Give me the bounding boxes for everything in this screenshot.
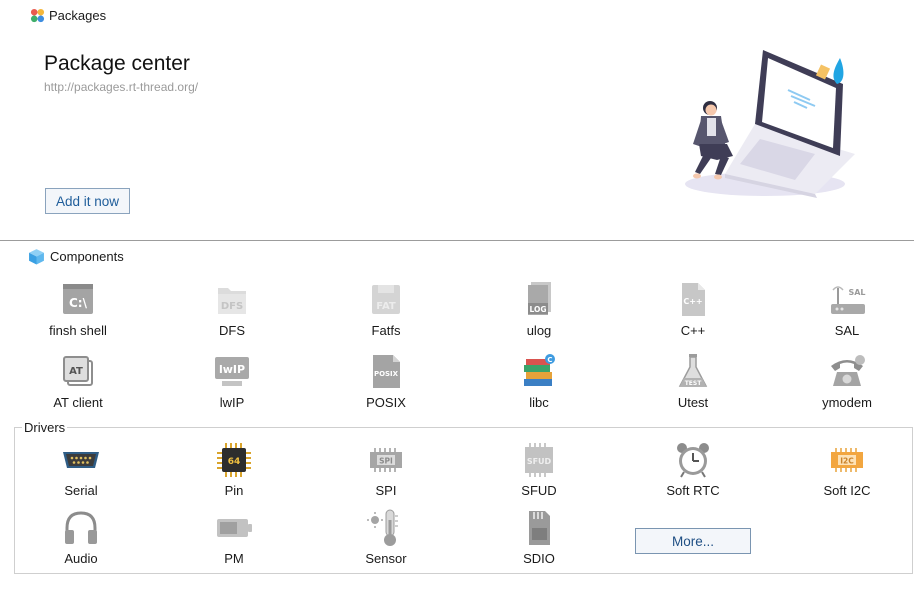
driver-label: Soft RTC <box>666 483 720 498</box>
driver-spi[interactable]: SPI SPI <box>336 440 436 498</box>
more-drivers-button[interactable]: More... <box>635 528 751 554</box>
component-lwip[interactable]: lwIP lwIP <box>182 352 282 410</box>
component-label: DFS <box>219 323 245 338</box>
component-cpp[interactable]: C++ C++ <box>643 280 743 338</box>
svg-text:SAL: SAL <box>848 288 865 297</box>
svg-text:C++: C++ <box>683 297 702 306</box>
svg-text:LOG: LOG <box>529 305 546 314</box>
telephone-icon <box>831 355 865 386</box>
laptop-person-illustration <box>685 50 855 198</box>
chip-text: I2C <box>840 457 854 466</box>
sfud-icon: SFUD <box>525 443 553 477</box>
dfs-folder-icon: DFS <box>218 288 246 314</box>
flask-icon: TEST <box>678 354 708 387</box>
log-file-icon: LOG <box>528 282 551 315</box>
components-header: Components <box>28 248 124 265</box>
window-title: Packages <box>49 8 107 23</box>
cpp-file-icon: C++ <box>682 283 705 316</box>
component-label: Fatfs <box>371 323 401 338</box>
driver-label: Sensor <box>365 551 407 566</box>
cube-icon <box>29 249 44 265</box>
svg-text:POSIX: POSIX <box>374 370 399 378</box>
svg-text:C: C <box>547 356 552 364</box>
posix-file-icon: POSIX <box>373 355 400 388</box>
svg-text:FAT: FAT <box>376 301 396 312</box>
component-label: AT client <box>53 395 103 410</box>
drivers-title: Drivers <box>22 420 68 435</box>
component-label: lwIP <box>219 395 245 410</box>
i2c-icon: I2C <box>831 448 863 472</box>
driver-label: Serial <box>64 483 98 498</box>
driver-label: Pin <box>224 483 244 498</box>
window-header: Packages <box>30 8 106 23</box>
driver-label: Soft I2C <box>823 483 871 498</box>
driver-pm[interactable]: PM <box>184 508 284 566</box>
spi-icon: SPI <box>370 448 402 472</box>
chip-icon: 64 <box>217 443 251 477</box>
component-label: POSIX <box>366 395 406 410</box>
svg-text:AT: AT <box>69 366 83 377</box>
serial-port-icon <box>63 452 99 468</box>
components-title: Components <box>50 249 124 264</box>
driver-sfud[interactable]: SFUD SFUD <box>489 440 589 498</box>
driver-audio[interactable]: Audio <box>31 508 131 566</box>
packages-icon <box>30 8 45 23</box>
driver-soft-i2c[interactable]: I2C Soft I2C <box>797 440 897 498</box>
add-it-now-button[interactable]: Add it now <box>45 188 130 214</box>
svg-text:lwIP: lwIP <box>219 363 245 376</box>
page-title: Package center <box>44 52 190 75</box>
component-dfs[interactable]: DFS DFS <box>182 280 282 338</box>
svg-text:DFS: DFS <box>221 301 243 312</box>
driver-pin[interactable]: 64 Pin <box>184 440 284 498</box>
component-label: finsh shell <box>49 323 107 338</box>
chip-text: SPI <box>379 457 393 466</box>
component-utest[interactable]: TEST Utest <box>643 352 743 410</box>
driver-soft-rtc[interactable]: Soft RTC <box>643 440 743 498</box>
fat-disk-icon: FAT <box>372 285 400 314</box>
component-label: ymodem <box>822 395 872 410</box>
driver-serial[interactable]: Serial <box>31 440 131 498</box>
sd-card-icon <box>529 511 550 545</box>
driver-label: SPI <box>375 483 397 498</box>
battery-icon <box>217 519 252 537</box>
component-ulog[interactable]: LOG ulog <box>489 280 589 338</box>
component-posix[interactable]: POSIX POSIX <box>336 352 436 410</box>
at-icon: AT <box>63 356 93 386</box>
terminal-icon: C:\ <box>63 284 93 314</box>
component-finsh-shell[interactable]: C:\ finsh shell <box>28 280 128 338</box>
alarm-clock-icon <box>677 443 709 478</box>
driver-label: PM <box>224 551 244 566</box>
component-at-client[interactable]: AT AT client <box>28 352 128 410</box>
headphones-icon <box>65 511 97 544</box>
package-url[interactable]: http://packages.rt-thread.org/ <box>44 80 198 94</box>
lwip-icon: lwIP <box>215 357 249 386</box>
component-label: C++ <box>680 323 706 338</box>
section-divider <box>0 240 914 241</box>
chip-text: 64 <box>228 457 241 467</box>
svg-text:C:\: C:\ <box>69 296 88 310</box>
drivers-group <box>14 427 913 574</box>
thermometer-icon <box>367 509 398 546</box>
component-label: ulog <box>526 323 552 338</box>
component-fatfs[interactable]: FAT Fatfs <box>336 280 436 338</box>
svg-text:TEST: TEST <box>685 380 703 387</box>
books-icon: C <box>524 354 555 386</box>
component-label: SAL <box>834 323 860 338</box>
driver-sdio[interactable]: SDIO <box>489 508 589 566</box>
driver-sensor[interactable]: Sensor <box>336 508 436 566</box>
driver-label: SDIO <box>523 551 555 566</box>
component-label: libc <box>529 395 549 410</box>
driver-label: Audio <box>64 551 98 566</box>
chip-text: SFUD <box>527 457 552 466</box>
component-libc[interactable]: C libc <box>489 352 589 410</box>
component-sal[interactable]: SAL SAL <box>797 280 897 338</box>
driver-label: SFUD <box>521 483 557 498</box>
component-ymodem[interactable]: ymodem <box>797 352 897 410</box>
router-icon: SAL <box>831 286 866 314</box>
component-label: Utest <box>677 395 709 410</box>
